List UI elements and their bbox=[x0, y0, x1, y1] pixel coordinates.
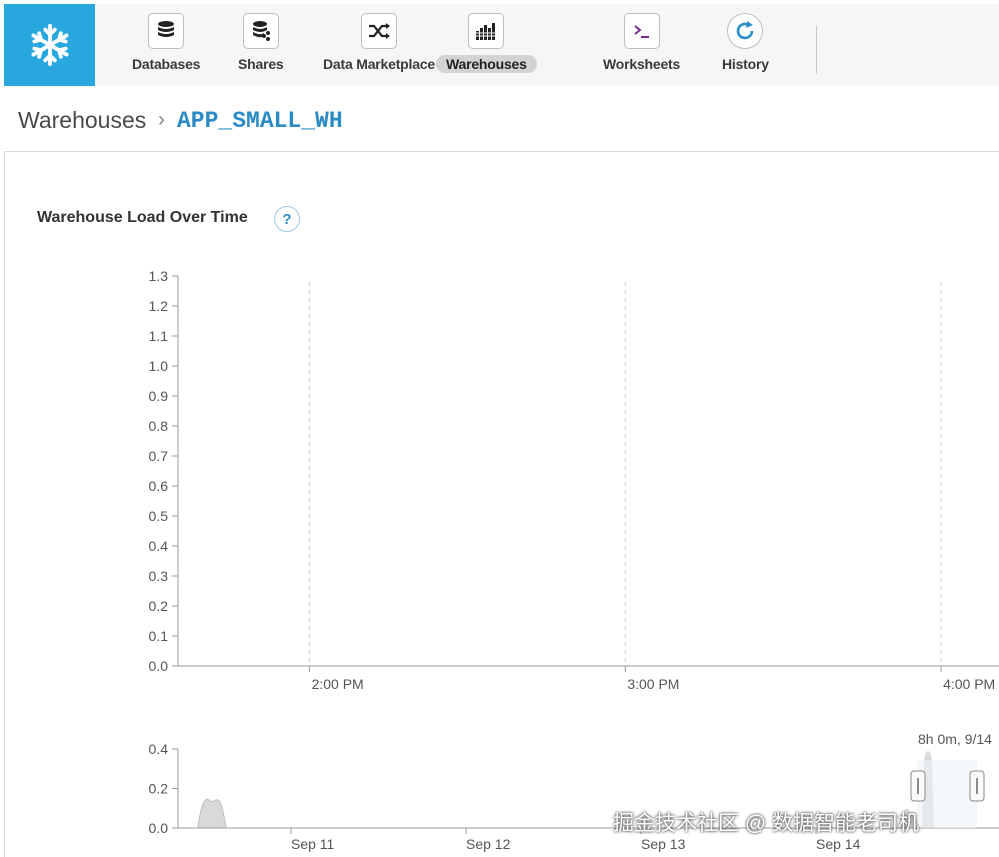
y-tick-label: 1.1 bbox=[149, 328, 169, 344]
mini-x-tick-label: Sep 12 bbox=[466, 836, 511, 852]
range-selection[interactable] bbox=[917, 760, 977, 828]
y-tick-label: 0.1 bbox=[149, 628, 169, 644]
x-tick-label: 2:00 PM bbox=[312, 676, 364, 692]
y-tick-label: 0.6 bbox=[149, 478, 169, 494]
warehouse-load-chart: 0.0 0.1 0.2 0.3 0.4 0.5 0.6 0.7 0.8 0.9 1.0 1.1 1.2 1… bbox=[149, 268, 999, 692]
mini-x-tick-label: Sep 14 bbox=[816, 836, 861, 852]
mini-x-tick-label: Sep 11 bbox=[291, 836, 335, 852]
y-tick-label: 0.8 bbox=[149, 418, 169, 434]
y-tick-label: 0.9 bbox=[149, 388, 169, 404]
mini-y-tick-label: 0.0 bbox=[149, 820, 169, 836]
range-label: 8h 0m, 9/14 bbox=[918, 731, 992, 747]
y-tick-label: 0.2 bbox=[149, 598, 169, 614]
mini-y-tick-label: 0.2 bbox=[149, 781, 169, 797]
y-tick-label: 1.0 bbox=[149, 358, 169, 374]
mini-area bbox=[197, 798, 227, 829]
y-tick-label: 0.7 bbox=[149, 448, 169, 464]
x-tick-label: 3:00 PM bbox=[627, 676, 679, 692]
y-tick-label: 1.2 bbox=[149, 298, 169, 314]
y-tick-label: 0.4 bbox=[149, 538, 169, 554]
x-tick-label: 4:00 PM bbox=[943, 676, 995, 692]
y-tick-label: 0.0 bbox=[149, 658, 169, 674]
y-tick-label: 1.3 bbox=[149, 268, 169, 284]
y-tick-label: 0.3 bbox=[149, 568, 169, 584]
mini-x-tick-label: Sep 13 bbox=[641, 836, 686, 852]
mini-y-tick-label: 0.4 bbox=[149, 741, 169, 757]
watermark: 掘金技术社区 @ 数据智能老司机 bbox=[613, 812, 919, 835]
y-tick-label: 0.5 bbox=[149, 508, 169, 524]
